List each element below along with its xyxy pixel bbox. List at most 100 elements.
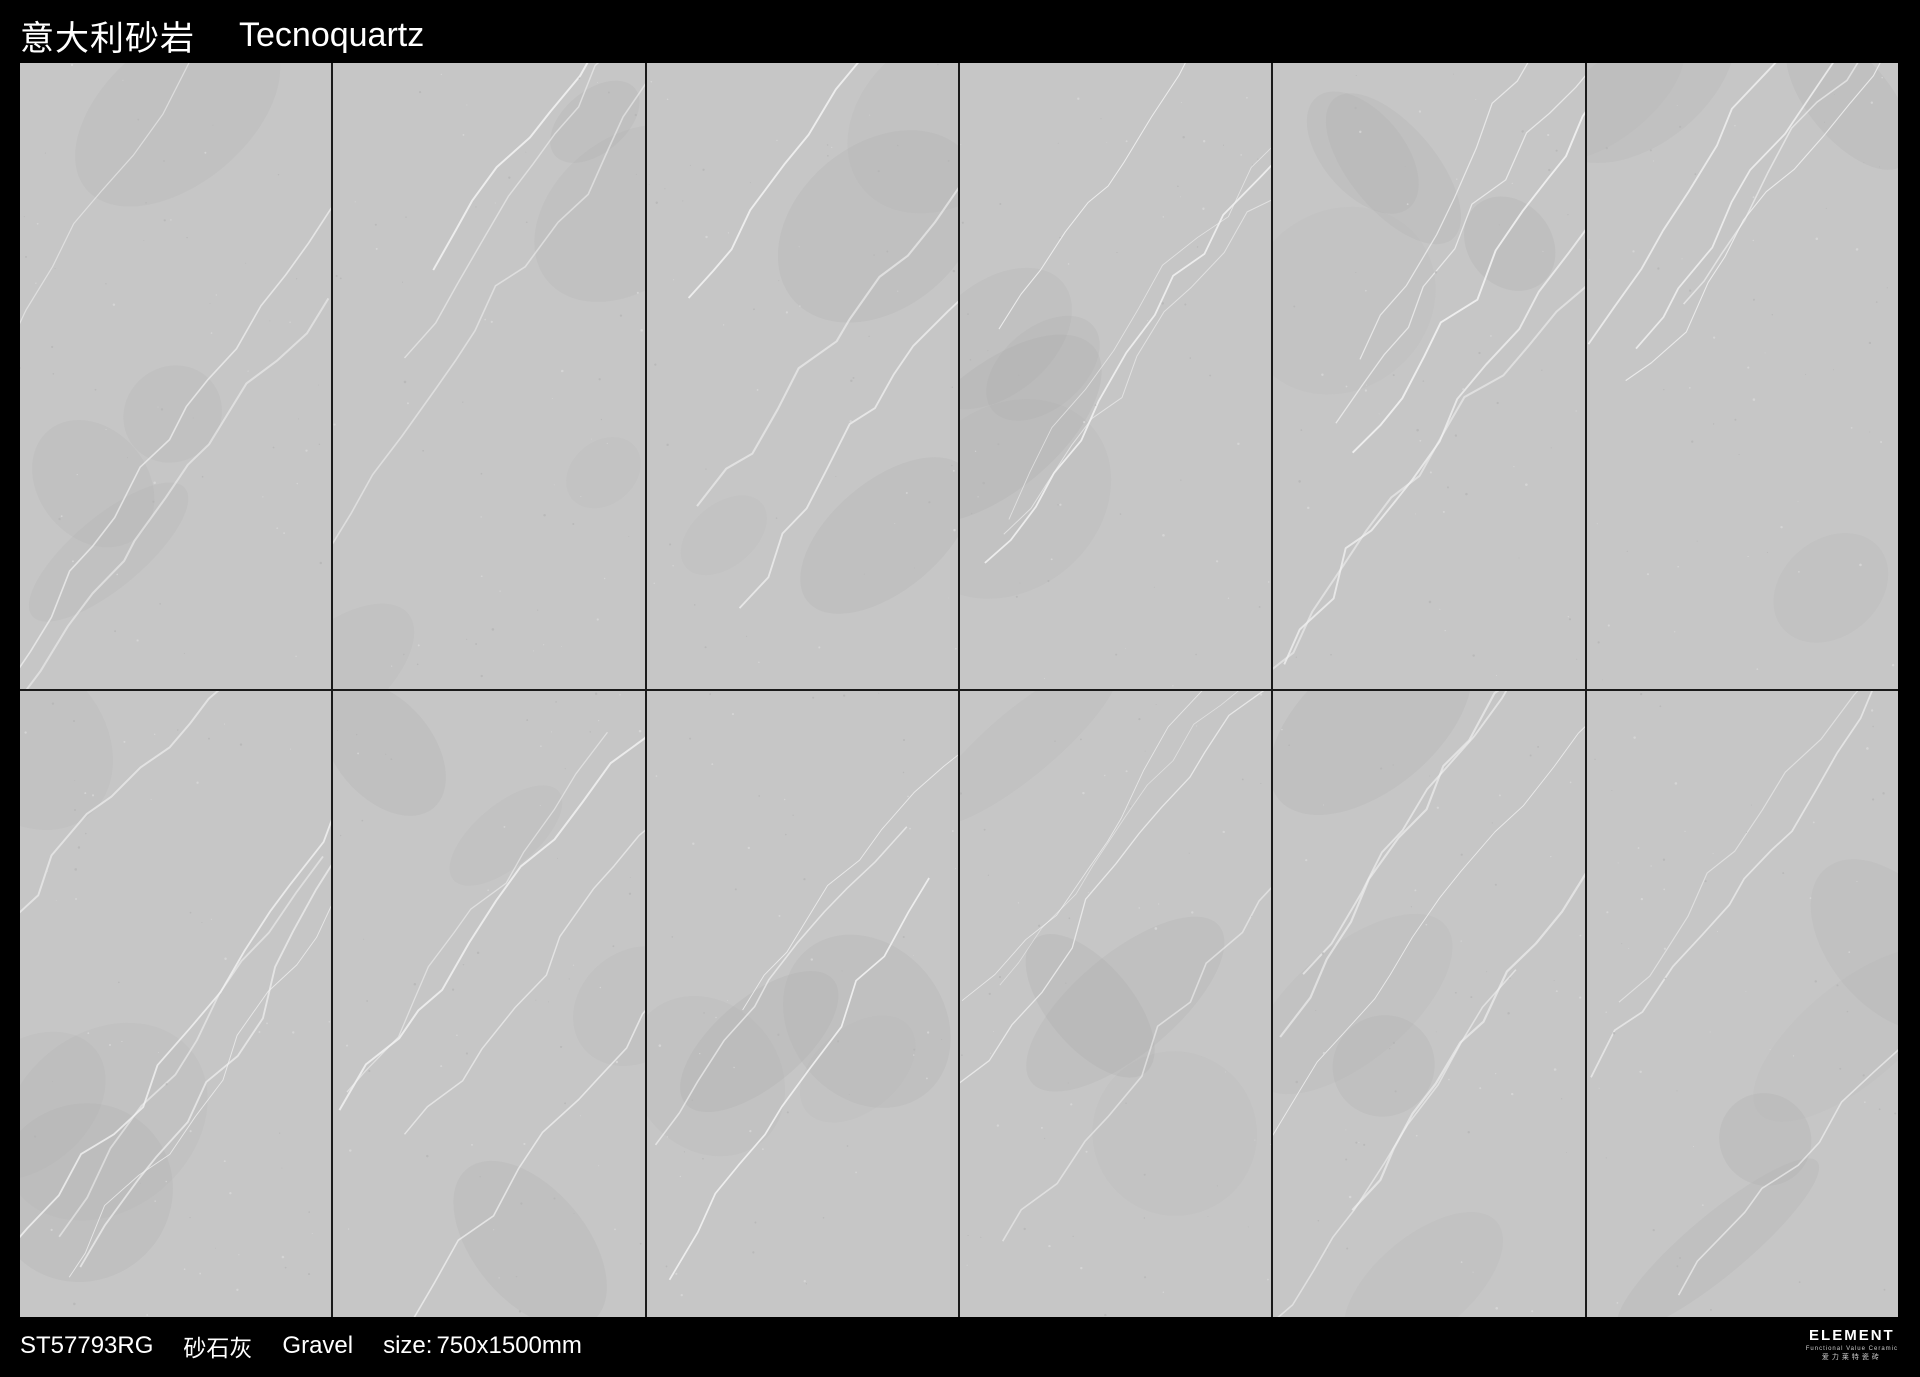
speckle xyxy=(997,443,1000,446)
speckle xyxy=(209,303,211,305)
speckle xyxy=(391,665,393,667)
speckle xyxy=(553,1197,556,1200)
speckle xyxy=(1548,168,1551,172)
speckle xyxy=(73,1302,76,1306)
speckle xyxy=(196,781,199,784)
tile-grid xyxy=(20,63,1898,1317)
speckle xyxy=(836,1040,839,1043)
speckle xyxy=(664,188,666,190)
speckle xyxy=(1321,373,1324,376)
speckle xyxy=(1639,1070,1642,1074)
speckle xyxy=(745,635,747,637)
speckle xyxy=(1359,130,1362,134)
speckle xyxy=(826,154,829,157)
speckle xyxy=(1566,1151,1568,1153)
speckle xyxy=(50,1228,53,1232)
speckle xyxy=(1288,744,1291,747)
speckle xyxy=(1684,830,1686,832)
speckle xyxy=(688,737,691,740)
speckle xyxy=(1756,668,1758,671)
speckle xyxy=(830,146,832,149)
speckle xyxy=(1456,178,1458,180)
speckle xyxy=(136,639,139,642)
speckle xyxy=(777,280,779,282)
speckle xyxy=(1393,374,1396,377)
speckle xyxy=(1202,140,1206,143)
speckle xyxy=(612,945,615,948)
speckle xyxy=(666,1136,668,1138)
speckle xyxy=(480,516,483,518)
speckle xyxy=(1281,728,1283,731)
speckle xyxy=(1664,977,1666,980)
speckle xyxy=(747,846,750,850)
speckle xyxy=(1414,889,1417,892)
speckle xyxy=(841,970,843,972)
speckle xyxy=(902,771,904,774)
speckle xyxy=(1315,1010,1317,1012)
speckle xyxy=(951,386,953,388)
speckle xyxy=(561,369,564,373)
speckle xyxy=(1419,439,1422,442)
speckle xyxy=(499,590,502,592)
speckle xyxy=(153,481,156,485)
speckle xyxy=(318,443,321,446)
speckle xyxy=(1594,758,1596,760)
speckle xyxy=(679,1175,681,1178)
speckle xyxy=(402,281,404,283)
speckle xyxy=(105,283,107,285)
speckle xyxy=(281,1255,285,1259)
speckle xyxy=(55,899,57,901)
speckle xyxy=(952,528,956,532)
speckle xyxy=(348,1228,350,1230)
speckle xyxy=(1863,1101,1866,1104)
speckle xyxy=(204,151,207,154)
speckle xyxy=(1832,369,1834,371)
speckle xyxy=(75,898,78,900)
speckle xyxy=(407,402,410,405)
speckle xyxy=(1814,980,1817,983)
speckle xyxy=(1207,1215,1209,1217)
speckle xyxy=(1870,709,1873,712)
speckle xyxy=(1416,1134,1418,1137)
speckle xyxy=(1496,674,1498,677)
speckle xyxy=(1447,486,1450,489)
speckle xyxy=(284,1266,287,1269)
speckle xyxy=(165,1083,168,1086)
speckle xyxy=(236,1288,239,1291)
stone-tile xyxy=(20,63,332,689)
speckle xyxy=(24,731,27,734)
speckle xyxy=(1553,980,1555,981)
speckle xyxy=(1087,892,1089,894)
speckle xyxy=(484,318,487,321)
speckle xyxy=(426,1154,429,1158)
speckle xyxy=(272,446,275,449)
shade-patch xyxy=(960,691,1119,826)
speckle xyxy=(595,692,598,695)
speckle xyxy=(680,1293,683,1297)
speckle xyxy=(1616,1302,1618,1304)
speckle xyxy=(281,1167,283,1169)
speckle xyxy=(540,805,542,807)
speckle xyxy=(139,1182,141,1184)
speckle xyxy=(620,314,623,317)
speckle xyxy=(689,164,691,166)
speckle xyxy=(1663,888,1665,891)
speckle xyxy=(186,236,188,239)
speckle xyxy=(1547,133,1550,137)
speckle xyxy=(212,124,214,126)
speckle xyxy=(969,359,972,361)
speckle xyxy=(1868,431,1870,433)
product-name-english: Gravel xyxy=(282,1332,354,1359)
shade-patch xyxy=(453,1160,608,1317)
speckle xyxy=(357,752,360,755)
speckle xyxy=(597,82,599,83)
speckle xyxy=(1879,440,1882,444)
speckle xyxy=(1254,1139,1256,1141)
speckle xyxy=(1875,301,1878,303)
speckle xyxy=(354,201,357,203)
speckle xyxy=(121,1040,123,1043)
speckle xyxy=(954,868,956,870)
speckle xyxy=(751,1251,755,1254)
speckle xyxy=(1059,503,1062,506)
speckle xyxy=(1617,862,1619,864)
